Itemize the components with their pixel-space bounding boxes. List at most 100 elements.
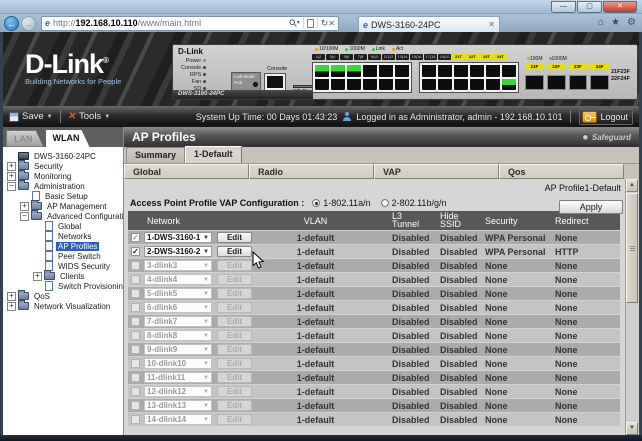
network-name: 10-dlink10 [147,359,186,368]
vap-table-body: ✓ 1-DWS-3160-1▼ Edit 1-default Disabled Disab… [128,230,620,426]
minimize-button[interactable]: — [551,1,576,13]
network-name: 14-dlink14 [147,415,186,424]
tab-summary[interactable]: Summary [126,147,185,163]
row-checkbox [131,317,140,326]
edit-button[interactable]: Edit [217,246,252,257]
sidebar-item-wids-security[interactable]: WIDS Security [3,261,123,271]
expand-icon[interactable]: + [7,172,16,181]
logout-button[interactable]: Logout [579,109,633,125]
port-group-1 [312,62,412,93]
network-select: 6-dlink6▼ [144,302,212,313]
sidebar-item-clients[interactable]: +Clients [3,271,123,281]
browser-tab[interactable]: e DWS-3160-24PC ✕ [358,16,500,32]
scrollbar-thumb[interactable] [626,193,638,303]
edit-button[interactable]: Edit [217,232,252,243]
sfp-port-icon [547,75,566,90]
close-button[interactable]: ✕ [603,1,637,13]
network-select: 8-dlink8▼ [144,330,212,341]
vlan-cell: 1-default [278,415,353,425]
search-icon[interactable] [289,19,297,27]
key-icon [582,111,597,123]
redirect-cell: None [553,387,620,397]
expand-icon[interactable]: + [33,272,42,281]
port-icon [486,65,500,77]
back-button[interactable]: ← [4,16,19,31]
sidebar-item-global[interactable]: Global [3,221,123,231]
chevron-down-icon: ▼ [203,389,209,395]
sfp-port-icon [569,75,588,90]
stop-icon[interactable]: ✕ [328,19,335,28]
legend-100m: 100M [525,56,543,62]
sidebar-item-administration[interactable]: −Administration [3,181,123,191]
sidebar-item-advanced-configuration[interactable]: −Advanced Configuration [3,211,123,221]
network-select[interactable]: 1-DWS-3160-1▼ [144,232,212,243]
home-icon[interactable]: ⌂ [598,16,604,30]
sidebar-item-peer-switch[interactable]: Peer Switch [3,251,123,261]
sidebar-item-basic-setup[interactable]: Basic Setup [3,191,123,201]
collapse-icon[interactable]: − [7,182,16,191]
tools-menu[interactable]: ✕ Tools▼ [68,111,111,122]
scroll-down-icon[interactable]: ▼ [626,422,638,435]
subtab-qos[interactable]: Qos [499,164,624,179]
edit-button: Edit [217,414,252,425]
tab-close-icon[interactable]: ✕ [488,20,495,29]
scroll-up-icon[interactable]: ▲ [626,179,638,192]
sidebar-tab-wlan[interactable]: WLAN [46,130,90,147]
folder-icon [18,172,29,180]
network-name: 6-dlink6 [147,303,177,312]
radio-selected-icon[interactable] [312,199,320,207]
sidebar-tab-lan[interactable]: LAN [6,130,44,147]
tab-1-default[interactable]: 1-Default [185,146,242,163]
edit-button: Edit [217,288,252,299]
vlan-cell: 1-default [278,359,353,369]
folder-icon [31,202,42,210]
subtab-global[interactable]: Global [124,164,249,179]
expand-icon[interactable]: + [7,302,16,311]
sidebar-item-network-visualization[interactable]: +Network Visualization [3,301,123,311]
address-bar[interactable]: e http://192.168.10.110/www/main.html ▾ … [41,16,339,31]
network-select: 7-dlink7▼ [144,316,212,327]
network-select[interactable]: 2-DWS-3160-2▼ [144,246,212,257]
subtab-vap[interactable]: VAP [374,164,499,179]
l3-cell: Disabled [353,289,438,299]
compatibility-view-icon[interactable] [307,19,314,28]
row-checkbox[interactable]: ✓ [131,247,140,256]
row-checkbox [131,331,140,340]
table-row: ✓2-DWS-3160-2▼Edit1-defaultDisabledDisab… [128,244,620,258]
sfp-label-22f: 22F [547,64,566,70]
sidebar-item-networks[interactable]: Networks [3,231,123,241]
expand-icon[interactable]: + [20,202,29,211]
radio-option-1-802-11a-n[interactable]: 1-802.11a/n [312,198,370,208]
apply-button[interactable]: Apply [559,200,623,214]
network-cell: 12-dlink12▼Edit [128,386,278,397]
sidebar-item-ap-management[interactable]: +AP Management [3,201,123,211]
row-checkbox[interactable]: ✓ [131,233,140,242]
chevron-down-icon: ▼ [203,361,209,367]
browser-window: — ▢ ✕ ← → e http://192.168.10.110/www/ma… [0,0,642,441]
content-scrollbar[interactable]: ▲ ▼ [625,179,638,435]
collapse-icon[interactable]: − [20,212,29,221]
expand-icon[interactable]: + [7,292,16,301]
expand-icon[interactable]: + [7,162,16,171]
network-select: 10-dlink10 ▼ [144,358,212,369]
l3-cell: Disabled [353,331,438,341]
safeguard-icon [582,134,589,141]
port-icon [454,79,468,91]
subtab-radio[interactable]: Radio [249,164,374,179]
row-checkbox [131,303,140,312]
radio-unselected-icon[interactable] [381,199,389,207]
legend-dot-icon [372,48,375,51]
settings-icon[interactable]: ⚙ [627,16,636,30]
port-label-22t: 22T [466,54,479,60]
refresh-icon[interactable]: ↻ [321,19,329,28]
save-menu[interactable]: Save▼ [9,111,53,122]
edit-button: Edit [217,386,252,397]
search-caret-icon[interactable]: ▾ [297,19,300,28]
sfp-speed-legend: 100M1000M [525,56,567,62]
maximize-button[interactable]: ▢ [577,1,602,13]
sidebar-item-ap-profiles[interactable]: AP Profiles [3,241,123,251]
port-pair-label: 11|12 [382,54,395,60]
favorites-icon[interactable]: ★ [611,16,620,30]
forward-button[interactable]: → [21,16,36,31]
radio-option-2-802-11b-g-n[interactable]: 2-802.11b/g/n [381,198,447,208]
